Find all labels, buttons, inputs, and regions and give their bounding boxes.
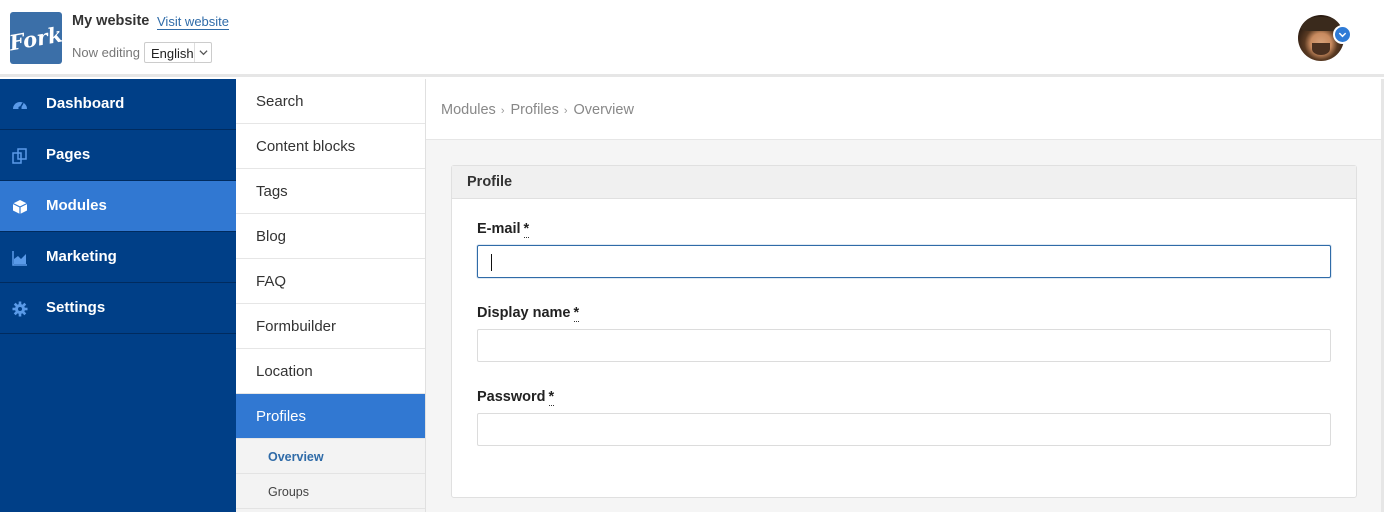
sub-nav-item-profiles[interactable]: Profiles	[236, 394, 425, 439]
display-name-field[interactable]	[477, 329, 1331, 362]
breadcrumb-separator: ›	[500, 105, 505, 117]
nav-item-dashboard[interactable]: Dashboard	[0, 79, 236, 130]
email-label-text: E-mail	[477, 221, 521, 237]
required-mark: *	[548, 389, 555, 406]
sub-nav-child-groups[interactable]: Groups	[236, 474, 425, 509]
sub-nav-item-blog[interactable]: Blog	[236, 214, 425, 259]
sub-nav-item-search[interactable]: Search	[236, 79, 425, 124]
nav-label: Dashboard	[46, 95, 125, 112]
visit-website-link[interactable]: Visit website	[157, 14, 230, 30]
sub-nav-item-content-blocks[interactable]: Content blocks	[236, 124, 425, 169]
text-cursor	[491, 254, 492, 271]
nav-label: Modules	[46, 197, 107, 214]
breadcrumb-item-profiles[interactable]: Profiles	[510, 102, 558, 118]
language-value: English	[151, 46, 194, 61]
area-chart-icon	[12, 250, 28, 266]
now-editing-label: Now editing	[72, 45, 140, 60]
language-select[interactable]: English	[144, 42, 212, 63]
sub-nav-child-overview[interactable]: Overview	[236, 439, 425, 474]
sub-navigation: Search Content blocks Tags Blog FAQ Form…	[236, 79, 426, 512]
password-label-text: Password	[477, 389, 546, 405]
breadcrumb-item-overview: Overview	[573, 102, 634, 118]
nav-item-pages[interactable]: Pages	[0, 130, 236, 181]
breadcrumb-separator: ›	[563, 105, 568, 117]
password-field[interactable]	[477, 413, 1331, 446]
breadcrumb-bar: Modules › Profiles › Overview	[426, 79, 1381, 140]
nav-item-settings[interactable]: Settings	[0, 283, 236, 334]
logo-text: Fork	[10, 21, 62, 55]
main-navigation: Dashboard Pages Modules Marketing Settin…	[0, 79, 236, 512]
sub-nav-item-faq[interactable]: FAQ	[236, 259, 425, 304]
fork-logo[interactable]: Fork	[10, 12, 62, 64]
pages-icon	[12, 148, 28, 164]
sub-nav-item-tags[interactable]: Tags	[236, 169, 425, 214]
breadcrumb-item-modules[interactable]: Modules	[441, 102, 496, 118]
password-label: Password *	[477, 389, 555, 406]
main-content: Modules › Profiles › Overview Profile E-mail…	[426, 79, 1384, 512]
panel-title: Profile	[452, 166, 1356, 199]
nav-label: Pages	[46, 146, 91, 163]
nav-label: Marketing	[46, 248, 117, 265]
chevron-down-icon	[194, 43, 211, 62]
required-mark: *	[573, 305, 580, 322]
dashboard-icon	[12, 97, 28, 113]
nav-item-modules[interactable]: Modules	[0, 181, 236, 232]
email-label: E-mail *	[477, 221, 530, 238]
cube-icon	[12, 199, 28, 215]
profile-panel: Profile E-mail * Display name * Password *	[451, 165, 1357, 498]
display-name-label-text: Display name	[477, 305, 571, 321]
email-field[interactable]	[477, 245, 1331, 278]
user-menu-chevron-icon[interactable]	[1333, 25, 1352, 44]
nav-label: Settings	[46, 299, 106, 316]
display-name-label: Display name *	[477, 305, 580, 322]
breadcrumb: Modules › Profiles › Overview	[441, 102, 634, 118]
sub-nav-item-location[interactable]: Location	[236, 349, 425, 394]
sub-nav-item-formbuilder[interactable]: Formbuilder	[236, 304, 425, 349]
required-mark: *	[523, 221, 530, 238]
gear-icon	[12, 301, 28, 317]
top-header: Fork My website Visit website Now editin…	[0, 0, 1384, 77]
site-title: My website	[72, 13, 150, 29]
nav-item-marketing[interactable]: Marketing	[0, 232, 236, 283]
